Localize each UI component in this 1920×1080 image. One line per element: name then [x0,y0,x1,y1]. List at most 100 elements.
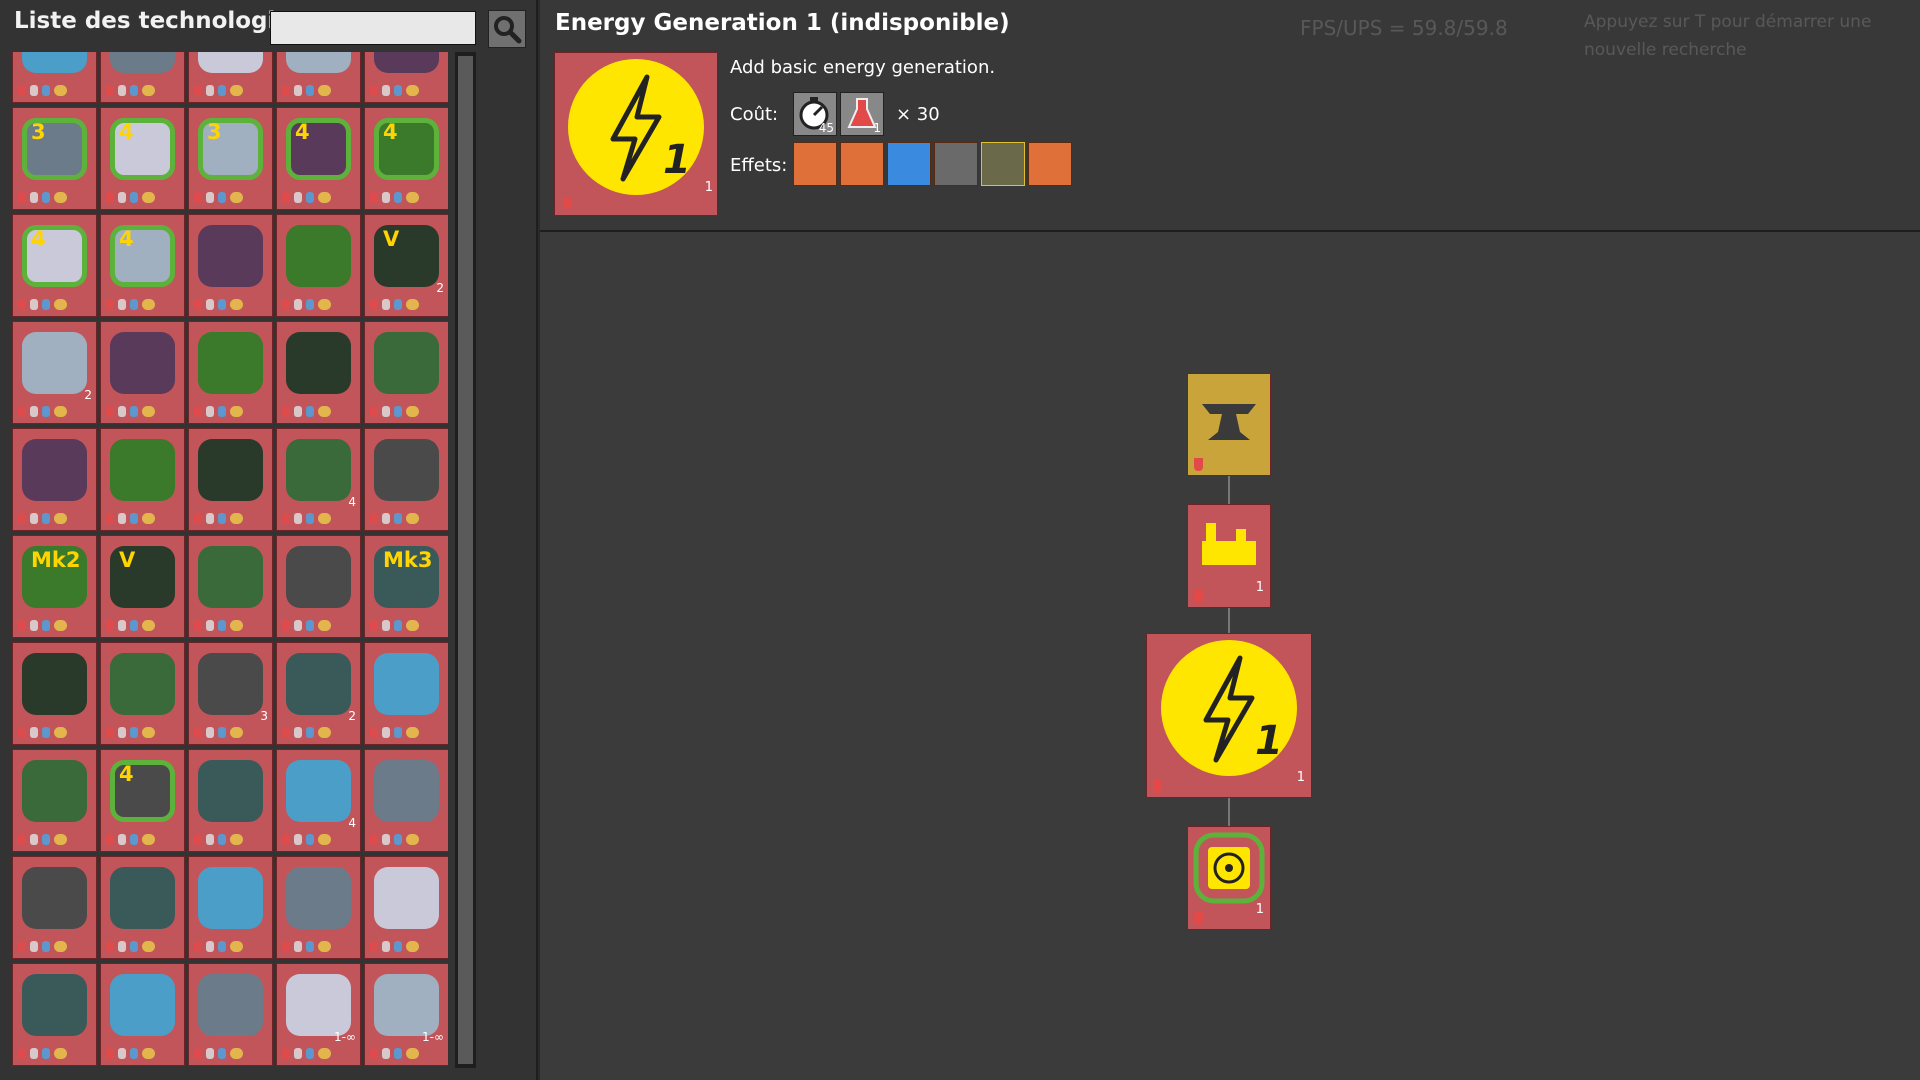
technology-tile[interactable]: 4 [100,107,185,210]
technology-tile[interactable]: 4 [276,428,361,531]
technology-tile[interactable] [276,535,361,638]
technology-tile[interactable]: 4 [12,214,97,317]
technology-tile[interactable] [188,52,273,103]
technology-tile[interactable] [188,321,273,424]
technology-tile[interactable]: 1-∞ [276,963,361,1066]
science-pack-icons [106,513,179,524]
technology-tile[interactable] [276,856,361,959]
technology-tile[interactable]: 1-∞ [364,963,448,1066]
technology-icon [198,867,263,929]
generator-icon[interactable] [981,142,1025,186]
technology-icon [22,332,87,394]
technology-icon [110,653,175,715]
technology-count: 1-∞ [422,1030,444,1044]
technology-tile[interactable] [100,428,185,531]
dependency-level: 1 [1255,580,1264,595]
technology-icon [198,546,263,608]
technology-tile[interactable] [188,963,273,1066]
technology-tile[interactable] [100,642,185,745]
search-input[interactable] [270,11,476,45]
technology-tile[interactable]: 3 [188,642,273,745]
technology-icon [110,867,175,929]
flame-icon[interactable] [1028,142,1072,186]
technology-tile[interactable] [364,321,448,424]
technology-tile[interactable]: Mk2 [12,535,97,638]
technology-tile[interactable] [188,428,273,531]
technology-count: 3 [260,709,268,723]
technology-tile[interactable]: 4 [364,107,448,210]
technology-tile[interactable]: 3 [12,107,97,210]
scrollbar-thumb[interactable] [458,56,473,1064]
technology-grid: 44443434444V224Mk2VMk332441-∞1-∞ [12,52,448,1068]
dependency-node-factory[interactable]: 1 [1187,504,1271,608]
technology-tile[interactable]: Mk3 [364,535,448,638]
technology-tile[interactable]: 2 [276,642,361,745]
technology-list-scrollbar[interactable] [455,52,476,1068]
science-pack-icons [18,834,91,845]
science-pack-icons [370,941,443,952]
rocket-fuel-icon[interactable] [887,142,931,186]
technology-tile[interactable] [364,749,448,852]
science-pack-icons [106,941,179,952]
science-pack-icons [18,513,91,524]
dependency-node-nuclear[interactable]: 1 [1187,826,1271,930]
technology-icon [198,760,263,822]
dependency-node-energy-generation-1[interactable]: 1 1 [1146,633,1312,798]
technology-tile[interactable] [100,963,185,1066]
science-pack-icons [18,85,91,96]
search-button[interactable] [488,10,526,48]
dependency-node-anvil[interactable] [1187,373,1271,476]
technology-tile[interactable]: V [100,535,185,638]
technology-tile[interactable] [188,749,273,852]
technology-tile[interactable] [12,749,97,852]
technology-tile[interactable]: 4 [100,52,185,103]
technology-tile[interactable] [188,214,273,317]
technology-level: 4 [295,120,310,144]
technology-tile[interactable]: 4 [100,749,185,852]
science-pack-icons [194,85,267,96]
technology-tile[interactable] [100,856,185,959]
technology-tile[interactable]: 3 [188,107,273,210]
technology-tile[interactable] [12,642,97,745]
technology-tile[interactable] [364,642,448,745]
science-pack-icons [370,513,443,524]
dependency-graph: 1 1 1 1 [540,232,1920,1080]
science-pack-icons [106,620,179,631]
science-pack-icons [282,1048,355,1059]
science-pack-icons [106,192,179,203]
technology-tile[interactable] [188,856,273,959]
technology-tile[interactable]: 4 [276,107,361,210]
cost-label: Coût: [730,104,779,125]
solid-fuel-icon[interactable] [793,142,837,186]
technology-tile[interactable] [12,856,97,959]
technology-tile[interactable] [276,214,361,317]
technology-tile[interactable] [12,428,97,531]
technology-tile[interactable] [364,428,448,531]
technology-tile[interactable]: 4 [276,52,361,103]
solid-fuel-icon[interactable] [840,142,884,186]
technology-tile[interactable]: 4 [12,52,97,103]
technology-tile[interactable] [364,856,448,959]
technology-tile[interactable]: V2 [364,214,448,317]
science-pack-icons [194,834,267,845]
chimney-icon[interactable] [934,142,978,186]
technology-icon [198,653,263,715]
technology-tile[interactable] [12,963,97,1066]
science-pack-icons [370,620,443,631]
science-pack-icons [370,834,443,845]
technology-tile[interactable]: 4 [364,52,448,103]
technology-icon [286,439,351,501]
flask-icon [1194,912,1203,925]
technology-tile[interactable]: 4 [100,214,185,317]
science-pack-icons [282,299,355,310]
technology-count: 2 [348,709,356,723]
technology-tile[interactable] [276,321,361,424]
technology-tile[interactable]: 2 [12,321,97,424]
technology-tile[interactable] [188,535,273,638]
technology-level: 4 [383,120,398,144]
science-pack-icons [106,727,179,738]
technology-tile[interactable] [100,321,185,424]
technology-tile[interactable]: 4 [276,749,361,852]
cost-time-value: 45 [818,121,834,135]
technology-icon [286,867,351,929]
